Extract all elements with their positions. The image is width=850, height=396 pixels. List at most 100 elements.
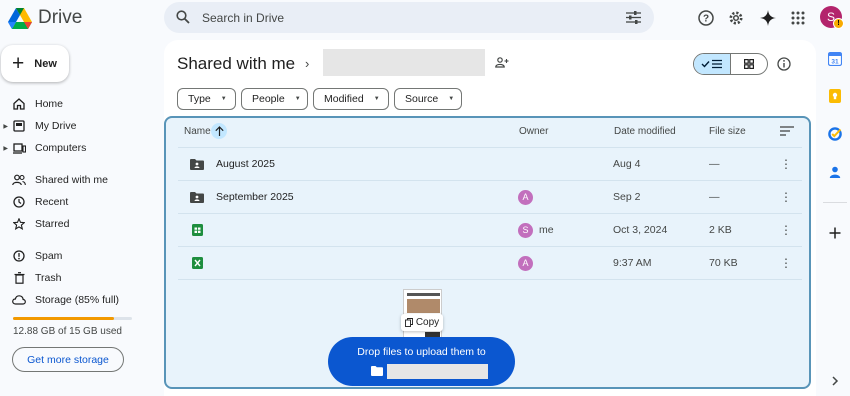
- sidebar-item-computers[interactable]: ▶ Computers: [0, 138, 160, 158]
- dropdown-arrow-icon: ▼: [220, 96, 227, 102]
- tasks-icon[interactable]: [828, 127, 842, 141]
- app-name[interactable]: Drive: [38, 7, 82, 29]
- file-size: 70 KB: [709, 257, 738, 269]
- drive-logo-icon[interactable]: [8, 8, 32, 29]
- file-modified: 9:37 AM: [613, 257, 652, 269]
- search-input[interactable]: Search in Drive: [202, 11, 284, 25]
- file-modified: Sep 2: [613, 191, 641, 203]
- filter-label: Source: [405, 93, 439, 105]
- copy-label: Copy: [415, 317, 440, 328]
- sidebar-item-label: Starred: [35, 218, 70, 230]
- upload-destination-banner: Drop files to upload them to: [328, 337, 515, 386]
- sidebar-item-spam[interactable]: Spam: [0, 246, 160, 266]
- file-name: September 2025: [216, 191, 294, 203]
- filter-modified[interactable]: Modified ▼: [313, 88, 389, 110]
- get-more-storage-button[interactable]: Get more storage: [12, 347, 124, 372]
- chevron-right-icon[interactable]: [828, 374, 842, 388]
- more-actions-icon[interactable]: ⋮: [780, 214, 792, 246]
- filter-people[interactable]: People ▼: [241, 88, 308, 110]
- contacts-icon[interactable]: [828, 165, 842, 179]
- gemini-sparkle-icon[interactable]: [756, 6, 780, 30]
- file-row[interactable]: August 2025 Aug 4 — ⋮: [178, 148, 802, 181]
- help-icon[interactable]: ?: [694, 6, 718, 30]
- more-actions-icon[interactable]: ⋮: [780, 181, 792, 213]
- owner-avatar-letter: A: [518, 189, 533, 205]
- account-alert-badge: !: [833, 18, 844, 29]
- clock-icon: [12, 195, 26, 209]
- filter-source[interactable]: Source ▼: [394, 88, 462, 110]
- sidebar-item-label: Trash: [35, 272, 62, 284]
- storage-used-text: 12.88 GB of 15 GB used: [13, 326, 122, 337]
- search-icon[interactable]: [176, 10, 190, 24]
- svg-text:?: ?: [703, 14, 709, 25]
- sidebar-item-recent[interactable]: Recent: [0, 192, 160, 212]
- manage-access-icon[interactable]: [495, 57, 509, 68]
- calendar-icon[interactable]: 31: [828, 52, 842, 66]
- page-title[interactable]: Shared with me: [177, 54, 295, 74]
- file-size: 2 KB: [709, 224, 732, 236]
- sidebar-item-label: Computers: [35, 142, 87, 154]
- filter-label: Modified: [324, 93, 364, 105]
- filter-type[interactable]: Type ▼: [177, 88, 236, 110]
- grid-view-button[interactable]: [731, 54, 767, 74]
- file-row[interactable]: A 9:37 AM 70 KB ⋮: [178, 247, 802, 280]
- new-button-label: New: [34, 57, 57, 70]
- settings-gear-icon[interactable]: [724, 6, 748, 30]
- shared-folder-icon: [190, 181, 204, 213]
- new-button[interactable]: + New: [1, 45, 69, 82]
- column-header-file-size[interactable]: File size: [709, 126, 746, 137]
- sort-ascending-icon[interactable]: [211, 123, 227, 139]
- search-options-icon[interactable]: [626, 11, 641, 24]
- excel-icon: [192, 247, 203, 279]
- storage-usage-bar: [13, 317, 132, 320]
- dropdown-arrow-icon: ▼: [448, 96, 455, 102]
- search-bar[interactable]: Search in Drive: [164, 2, 654, 33]
- file-modified: Oct 3, 2024: [613, 224, 668, 236]
- column-header-date-modified[interactable]: Date modified: [614, 126, 676, 137]
- more-actions-icon[interactable]: ⋮: [780, 148, 792, 180]
- dropdown-arrow-icon: ▼: [294, 96, 301, 102]
- computers-icon: [12, 141, 26, 155]
- sheets-icon: [192, 214, 203, 246]
- filter-label: People: [252, 93, 285, 105]
- star-icon: [12, 217, 26, 231]
- add-addon-icon[interactable]: [828, 226, 842, 240]
- sidebar-item-my-drive[interactable]: ▶ My Drive: [0, 116, 160, 136]
- column-header-owner[interactable]: Owner: [519, 126, 548, 137]
- svg-text:31: 31: [831, 59, 839, 66]
- file-modified: Aug 4: [613, 158, 641, 170]
- sort-options-icon[interactable]: [780, 126, 794, 136]
- expand-caret-icon[interactable]: ▶: [0, 123, 8, 130]
- sidebar-item-shared-with-me[interactable]: Shared with me: [0, 170, 160, 190]
- list-view-button[interactable]: [694, 54, 731, 74]
- breadcrumb-chevron-icon: ›: [305, 56, 310, 71]
- apps-grid-icon[interactable]: [786, 6, 810, 30]
- column-header-name[interactable]: Name: [184, 126, 211, 137]
- cloud-icon: [12, 293, 26, 307]
- file-row[interactable]: S me Oct 3, 2024 2 KB ⋮: [178, 214, 802, 247]
- redacted-destination-name: [387, 364, 488, 379]
- plus-icon: +: [12, 52, 25, 75]
- more-actions-icon[interactable]: ⋮: [780, 247, 792, 279]
- details-info-icon[interactable]: [777, 57, 791, 71]
- keep-icon[interactable]: [828, 89, 842, 103]
- sidebar-item-starred[interactable]: Starred: [0, 214, 160, 234]
- redacted-folder-name[interactable]: [323, 49, 485, 76]
- shared-people-icon: [12, 173, 26, 187]
- storage-usage-fill: [13, 317, 115, 320]
- file-row[interactable]: September 2025 A Sep 2 — ⋮: [178, 181, 802, 214]
- view-toggle[interactable]: [693, 53, 768, 75]
- file-name: August 2025: [216, 158, 275, 170]
- copy-tooltip: Copy: [401, 314, 443, 331]
- sidebar-item-label: Spam: [35, 250, 63, 262]
- owner-avatar-letter: S: [518, 222, 533, 238]
- sidebar-item-trash[interactable]: Trash: [0, 268, 160, 288]
- sidebar-item-home[interactable]: Home: [0, 94, 160, 114]
- filter-label: Type: [188, 93, 211, 105]
- sidebar-item-storage[interactable]: Storage (85% full): [0, 290, 160, 310]
- spam-icon: [12, 249, 26, 263]
- expand-caret-icon[interactable]: ▶: [0, 145, 8, 152]
- trash-icon: [12, 271, 26, 285]
- sidebar-item-label: Recent: [35, 196, 69, 208]
- owner-avatar-letter: A: [518, 255, 533, 271]
